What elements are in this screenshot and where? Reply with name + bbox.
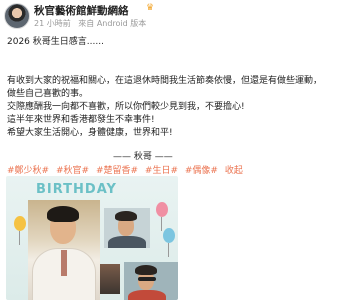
post-header: 秋官藝術館鮮動網絡 ♛ 21 小時前 來自 Android 版本 [0,0,357,34]
portrait-thumbnail [124,262,178,300]
main-portrait [28,200,100,300]
post-paragraph-1-line-1: 有收到大家的祝福和關心，在這退休時間我生活節奏依慢，但還是有做些運動， [7,76,323,86]
balloon-icon [156,202,168,231]
hashtag-list: #鄭少秋# #秋官# #楚留香# #生日# #偶像# 收起 [7,163,247,176]
post-paragraph-2: 交際應酬我一向都不喜歡，所以你們較少見到我，不要擔心! [7,102,245,112]
balloon-icon [163,228,175,257]
post-text: 2026 秋哥生日感言...... 有收到大家的祝福和關心，在這退休時間我生活節… [7,36,349,140]
hashtag-4[interactable]: #生日# [145,166,178,176]
hashtag-2[interactable]: #秋官# [56,166,89,176]
author-name[interactable]: 秋官藝術館鮮動網絡 [34,3,129,18]
weibo-post: 秋官藝術館鮮動網絡 ♛ 21 小時前 來自 Android 版本 2026 秋哥… [0,0,357,300]
portrait-thumbnail [104,208,150,248]
post-image[interactable]: BIRTHDAY [6,176,178,300]
hashtag-3[interactable]: #楚留香# [96,166,138,176]
collapse-link[interactable]: 收起 [225,166,243,176]
hashtag-1[interactable]: #鄭少秋# [7,166,49,176]
balloon-icon [14,216,26,245]
post-source: 來自 Android 版本 [78,19,147,28]
post-meta: 21 小時前 來自 Android 版本 [34,18,151,29]
birthday-banner-text: BIRTHDAY [36,182,117,197]
post-signature: —— 秋哥 —— [113,152,173,162]
post-title-line: 2026 秋哥生日感言...... [7,37,104,47]
post-time[interactable]: 21 小時前 [34,19,71,28]
post-paragraph-1-line-2: 做些自己喜歡的事。 [7,89,89,99]
crown-icon: ♛ [145,3,155,13]
hashtag-5[interactable]: #偶像# [185,166,218,176]
post-paragraph-4: 希望大家生活開心，身體健康，世界和平! [7,128,173,138]
author-avatar[interactable] [4,3,30,29]
post-paragraph-3: 這半年來世界和香港都發生不幸事件! [7,115,155,125]
portrait-thumbnail [100,264,120,294]
